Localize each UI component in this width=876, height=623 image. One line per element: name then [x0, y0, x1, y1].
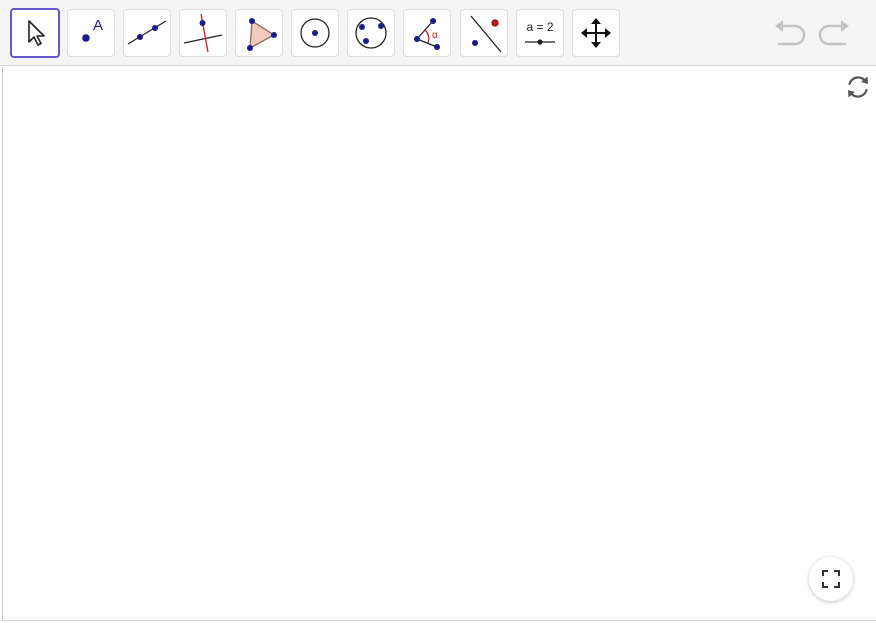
polygon-icon — [247, 18, 277, 51]
point-icon: A — [82, 17, 103, 42]
angle-label: α — [432, 30, 438, 41]
undo-button[interactable] — [769, 16, 809, 50]
reset-button[interactable] — [844, 72, 872, 102]
perpendicular-line-icon — [183, 13, 223, 53]
line-through-points-icon — [127, 20, 167, 45]
slider-tool-button[interactable]: a = 2 — [516, 9, 564, 57]
circle-three-points-tool-button[interactable] — [347, 9, 395, 57]
point-tool-button[interactable]: A — [67, 9, 115, 57]
redo-button[interactable] — [815, 16, 855, 50]
polygon-tool-button[interactable] — [235, 9, 283, 57]
move-tool-button[interactable] — [10, 8, 60, 58]
move-graphics-view-tool-button[interactable] — [572, 9, 620, 57]
fullscreen-icon — [822, 570, 840, 588]
angle-tool-button[interactable]: α — [403, 9, 451, 57]
perpendicular-line-tool-button[interactable] — [179, 9, 227, 57]
slider-label: a = 2 — [526, 20, 553, 34]
graphics-view[interactable] — [2, 67, 876, 621]
reflect-about-line-tool-button[interactable] — [460, 9, 508, 57]
reflect-line-icon — [470, 15, 502, 53]
circle-center-icon — [300, 18, 330, 48]
move-view-icon — [581, 18, 611, 48]
circle-center-point-tool-button[interactable] — [291, 9, 339, 57]
angle-icon: α — [414, 18, 440, 50]
toolbar: A α a = 2 — [0, 0, 876, 66]
slider-icon: a = 2 — [525, 20, 555, 45]
point-label: A — [93, 17, 103, 34]
redo-icon — [818, 20, 849, 46]
reset-icon — [848, 76, 868, 98]
line-tool-button[interactable] — [123, 9, 171, 57]
undo-icon — [775, 20, 806, 46]
arrow-cursor-icon — [28, 20, 45, 46]
fullscreen-button[interactable] — [809, 557, 853, 601]
circle-three-points-icon — [355, 17, 387, 49]
geogebra-app: A α a = 2 — [0, 0, 876, 623]
